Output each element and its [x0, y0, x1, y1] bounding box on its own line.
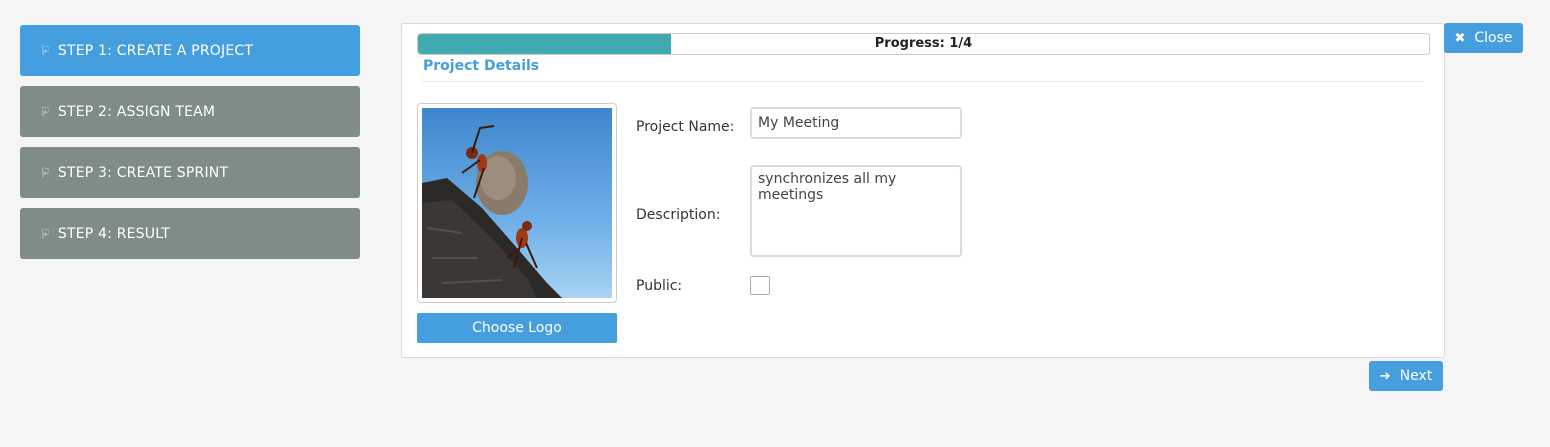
project-details-panel: Progress: 1/4 Project Details Choose Log…: [401, 23, 1445, 358]
project-name-label: Project Name:: [636, 119, 735, 135]
step-label: STEP 4: RESULT: [57, 225, 171, 242]
hand-point-icon: ☞: [38, 227, 54, 240]
section-title: Project Details: [423, 58, 540, 74]
public-label: Public:: [636, 278, 683, 294]
hand-point-icon: ☞: [38, 44, 54, 57]
next-label: Next: [1399, 368, 1433, 384]
divider: [422, 81, 1424, 82]
description-textarea[interactable]: synchronizes all my meetings: [750, 165, 962, 257]
choose-logo-button[interactable]: Choose Logo: [417, 313, 617, 343]
project-name-input[interactable]: [750, 107, 962, 139]
description-label: Description:: [636, 207, 721, 223]
public-checkbox[interactable]: [750, 276, 770, 295]
logo-preview: [417, 103, 617, 303]
hand-point-icon: ☞: [38, 105, 54, 118]
step-label: STEP 2: ASSIGN TEAM: [57, 103, 216, 120]
progress-text: Progress: 1/4: [874, 36, 973, 51]
close-label: Close: [1474, 30, 1513, 46]
project-logo-image: [422, 108, 612, 298]
step-assign-team[interactable]: ☞ STEP 2: ASSIGN TEAM: [20, 86, 360, 137]
close-button[interactable]: ✖ Close: [1444, 23, 1523, 53]
step-create-sprint[interactable]: ☞ STEP 3: CREATE SPRINT: [20, 147, 360, 198]
step-create-project[interactable]: ☞ STEP 1: CREATE A PROJECT: [20, 25, 360, 76]
step-result[interactable]: ☞ STEP 4: RESULT: [20, 208, 360, 259]
step-label: STEP 1: CREATE A PROJECT: [57, 42, 254, 59]
wizard-steps: ☞ STEP 1: CREATE A PROJECT ☞ STEP 2: ASS…: [20, 25, 360, 269]
progress-bar: Progress: 1/4: [417, 33, 1430, 55]
arrow-right-icon: ➔: [1379, 368, 1391, 384]
step-label: STEP 3: CREATE SPRINT: [57, 164, 229, 181]
hand-point-icon: ☞: [38, 166, 54, 179]
close-icon: ✖: [1454, 30, 1466, 46]
next-button[interactable]: ➔ Next: [1369, 361, 1443, 391]
